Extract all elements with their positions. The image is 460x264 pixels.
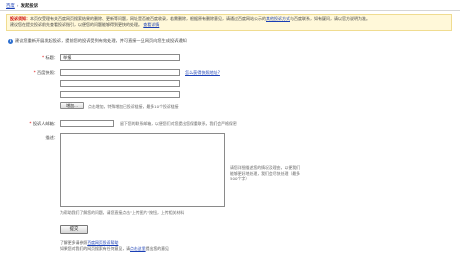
breadcrumb-home-link[interactable]: 百度 [6,4,15,9]
notice-box: 投诉须知：本页仅受理有关百度网页搜索结果的删除、更新等问题，网址是否被百度收录，… [6,14,452,31]
footer-line1-prefix: 了解更多请参照 [60,240,88,245]
notice-text-2: 与百度联系，如有疑问，请以官方说明为准。 [290,16,370,21]
breadcrumb: 百度 › 发起投诉 [6,3,38,9]
description-textarea[interactable] [60,133,225,207]
url-input-3[interactable] [60,91,180,98]
description-hint: 请您详细描述您的情况及理由，以便我们能够更好地处理，我们会尽快处理（最多500个… [230,165,301,181]
breadcrumb-current: 发起投诉 [20,4,39,9]
header-divider [0,10,460,11]
notice-other-methods-link[interactable]: 其他投诉方式 [266,16,290,21]
email-hint: 留下您的联系邮箱，以便您们对您提出您保重联系，我们会严格保密 [120,121,237,126]
feedback-link[interactable]: 点击这里 [130,246,146,251]
how-to-get-url-link[interactable]: 怎么获得快照地址? [185,70,220,76]
add-url-button[interactable]: 增加... [60,102,84,109]
help-link[interactable]: 百度网页投诉帮助 [87,240,118,245]
footer-line2-prefix: 如果您对我们的网页搜索有任何意见，请 [60,245,131,251]
info-icon: i [8,38,13,44]
email-input[interactable] [60,120,114,127]
add-url-hint: 点击增加，特殊增加已投诉链接，最多10个投诉链接 [88,104,179,109]
title-input[interactable]: 举报 [60,54,180,61]
email-label: * 投诉人邮箱： [29,121,58,126]
title-input-value: 举报 [63,55,72,60]
notice-title: 投诉须知： [10,16,30,21]
url-input-2[interactable] [60,80,180,87]
upload-hint: 为帮助我们了解您的问题，请您直接点击"上传图片"按钮，上传相关材料 [60,210,185,215]
url-label: * 百度快照： [33,70,58,75]
url-input-1[interactable] [60,69,180,76]
breadcrumb-separator: › [16,4,19,9]
tip-row: i 建议您重新开展发起投诉，提前您的投诉受到有效处理，并可直接一旦网页向您生成投… [8,38,187,44]
notice-text-3: 建议您在提交投诉前先查看投诉指引，以便您的问题能够得到更快的处理。 [10,21,142,27]
title-label: * 标题： [41,55,58,60]
footer-line2-suffix: 提出您的意见 [145,245,169,251]
description-label: 描述： [45,135,58,140]
tip-text: 建议您重新开展发起投诉，提前您的投诉受到有效处理，并可直接一旦网页向您生成投诉通… [15,38,187,43]
footer-help: 了解更多请参照百度网页投诉帮助 如果您对我们的网页搜索有任何意见，请点击这里提出… [60,240,169,251]
notice-details-link[interactable]: 查看详情 [143,22,159,27]
submit-button[interactable]: 提交 [60,225,88,234]
notice-text: 本页仅受理有关百度网页搜索结果的删除、更新等问题，网址是否被百度收录，若需删除，… [30,16,266,21]
